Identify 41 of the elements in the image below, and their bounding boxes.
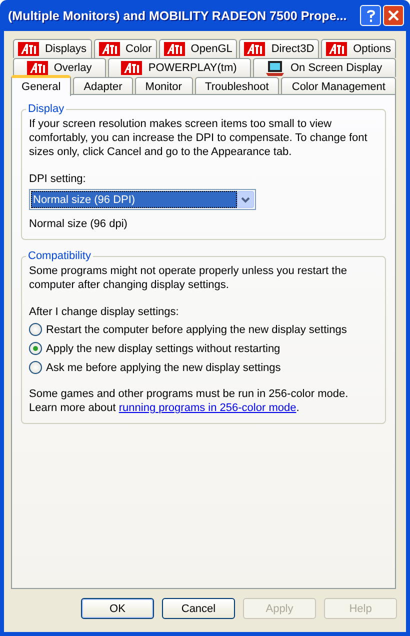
radio-button[interactable] <box>29 361 42 374</box>
group-title: Display <box>27 103 66 115</box>
radio-label[interactable]: Ask me before applying the new display settings <box>46 362 281 374</box>
logo-icon <box>121 61 142 75</box>
window-title: (Multiple Monitors) and MOBILITY RADEON 7500 Prope... <box>8 8 348 22</box>
logo-icon <box>18 42 39 56</box>
description-text: Some programs might not operate properly unless you restart the computer after changing display settings. <box>29 264 348 292</box>
learn-more-text: Learn more about running programs in 256-color mode. <box>29 401 300 415</box>
radio-label[interactable]: Apply the new display settings without restarting <box>46 342 280 354</box>
options-label: After I change display settings: <box>29 305 180 319</box>
help-icon <box>366 8 376 22</box>
dpi-note: Normal size (96 dpi) <box>29 217 128 231</box>
tab[interactable]: Color <box>94 39 157 58</box>
group-title: Compatibility <box>27 250 92 262</box>
note-text: Some games and other programs must be run in 256-color mode. <box>29 387 350 401</box>
logo-icon <box>164 42 185 56</box>
help-button[interactable] <box>360 5 381 26</box>
help-link[interactable]: running programs in 256-color mode <box>118 402 296 414</box>
monitor-icon <box>266 60 284 76</box>
tab[interactable]: Options <box>321 39 396 58</box>
tab[interactable]: Displays <box>13 39 92 58</box>
description-text: If your screen resolution makes screen items too small to view comfortably, you can increase the DPI to compensate. To change font sizes only, click Cancel and go to the Appearance tab. <box>29 117 368 159</box>
logo-icon <box>326 42 348 56</box>
tab[interactable]: Direct3D <box>239 39 320 58</box>
tab[interactable]: On Screen Display <box>252 58 396 77</box>
tab[interactable]: OpenGL <box>158 39 238 58</box>
dialog-button[interactable]: Cancel <box>162 598 235 619</box>
dpi-dropdown[interactable]: Normal size (96 DPI) <box>29 189 256 210</box>
close-button[interactable] <box>383 5 404 26</box>
logo-icon <box>26 61 48 75</box>
tab[interactable]: Overlay <box>13 58 106 77</box>
close-icon <box>388 10 399 21</box>
tab[interactable]: General <box>11 75 72 96</box>
logo-icon <box>244 42 266 56</box>
logo-icon <box>98 42 120 56</box>
field-label: DPI setting: <box>29 172 87 186</box>
radio-label[interactable]: Restart the computer before applying the new display settings <box>46 324 347 336</box>
radio-button[interactable] <box>29 323 42 336</box>
tab[interactable]: POWERPLAY(tm) <box>108 58 251 77</box>
dialog-button[interactable]: OK <box>81 598 154 619</box>
radio-button[interactable] <box>29 342 42 355</box>
